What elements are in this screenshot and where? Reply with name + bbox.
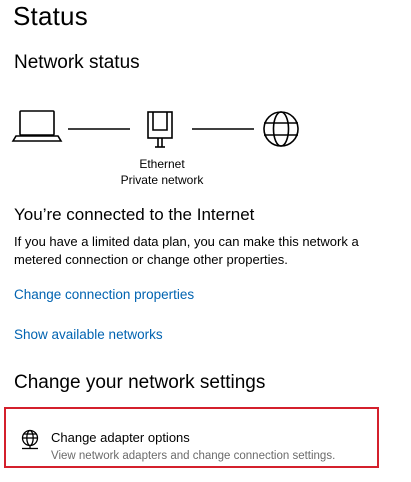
adapter-globe-icon — [21, 429, 39, 450]
show-available-networks-link[interactable]: Show available networks — [14, 326, 163, 344]
change-adapter-options-button[interactable]: Change adapter options View network adap… — [4, 407, 379, 468]
globe-icon — [263, 111, 299, 147]
laptop-icon — [11, 110, 63, 142]
network-status-title: Network status — [14, 52, 140, 73]
adapter-option-title: Change adapter options — [51, 430, 190, 445]
page-title: Status — [13, 1, 88, 31]
connection-status-description: If you have a limited data plan, you can… — [14, 234, 359, 267]
network-diagram-graphic — [11, 110, 299, 148]
adapter-option-description: View network adapters and change connect… — [51, 450, 336, 462]
connection-status-heading: You’re connected to the Internet — [14, 205, 255, 224]
network-profile-label: Private network — [120, 173, 204, 187]
connection-type-label: Ethernet — [139, 157, 185, 171]
change-network-settings-title: Change your network settings — [14, 372, 266, 393]
ethernet-icon — [147, 111, 173, 148]
change-connection-properties-link[interactable]: Change connection properties — [14, 286, 194, 304]
